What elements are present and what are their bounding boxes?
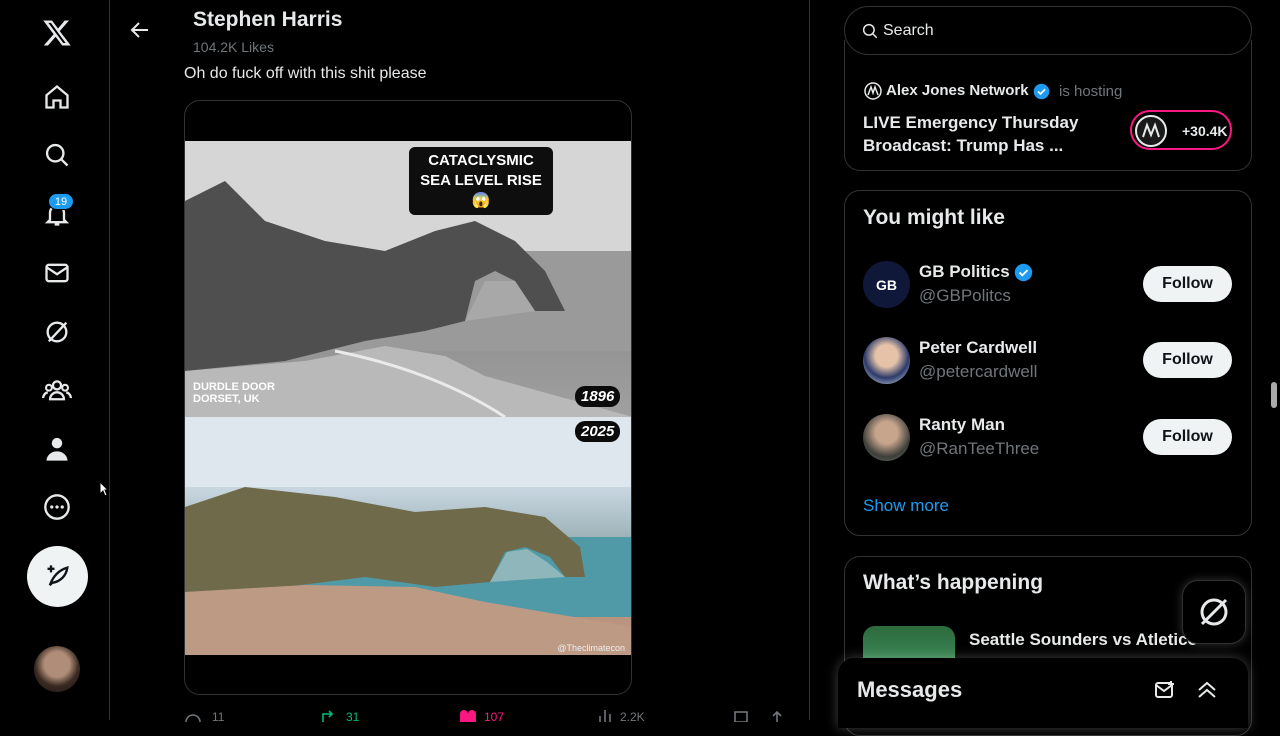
follow-suggestion-row[interactable]: Ranty Man @RanTeeThree Follow [863, 414, 1233, 464]
alex-jones-logo-icon [864, 82, 882, 100]
views-chart-icon[interactable] [598, 710, 612, 722]
feather-plus-icon [47, 564, 69, 586]
space-host-suffix: is hosting [1059, 83, 1123, 100]
profile-header-name: Stephen Harris [193, 8, 343, 31]
verified-badge-icon [1015, 263, 1033, 282]
like-count: 107 [484, 710, 505, 724]
follow-suggestion-row[interactable]: Peter Cardwell @petercardwell Follow [863, 337, 1233, 387]
follow-handle: @RanTeeThree [919, 439, 1040, 458]
tweet-text: Oh do fuck off with this shit please [184, 65, 427, 82]
space-listeners-pill[interactable]: +30.4K [1130, 110, 1232, 150]
year-2025-pill: 2025 [575, 421, 621, 442]
grok-icon[interactable] [37, 312, 77, 352]
back-arrow-icon[interactable] [128, 18, 152, 42]
avatar: GB [863, 261, 910, 308]
space-title[interactable]: LIVE Emergency Thursday Broadcast: Trump… [863, 111, 1113, 157]
media-place-label: DURDLE DOOR DORSET, UK [193, 381, 275, 405]
space-host-avatar-icon [1135, 115, 1167, 147]
messages-drawer[interactable]: Messages [838, 658, 1248, 728]
grok-floating-button[interactable] [1182, 580, 1246, 644]
profile-likes-count: 104.2K Likes [193, 39, 274, 55]
new-message-icon[interactable] [1154, 679, 1178, 701]
avatar [863, 337, 910, 384]
compose-post-button[interactable] [27, 546, 88, 607]
follow-name-label: GB Politics [919, 262, 1010, 281]
reply-icon[interactable] [184, 710, 202, 722]
explore-search-icon[interactable] [37, 135, 77, 175]
media-watermark: @Theclimatecon [557, 643, 625, 653]
messages-mail-icon[interactable] [37, 253, 77, 293]
verified-badge-icon [1033, 83, 1050, 99]
communities-icon[interactable] [37, 370, 77, 410]
tweet-media[interactable]: CATACLYSMIC SEA LEVEL RISE 😱 DURDLE DOOR… [184, 100, 632, 695]
account-avatar[interactable] [34, 646, 80, 692]
space-host-name[interactable]: Alex Jones Network [886, 82, 1050, 100]
search-icon [861, 22, 879, 40]
avatar [863, 414, 910, 461]
you-might-like-title: You might like [863, 206, 1005, 229]
follow-name: Peter Cardwell [919, 338, 1038, 357]
home-icon[interactable] [37, 77, 77, 117]
grok-icon [1200, 598, 1228, 626]
follow-suggestion-row[interactable]: GB GB Politics @GBPolitcs Follow [863, 261, 1233, 311]
follow-name: GB Politics [919, 262, 1033, 282]
repost-icon[interactable] [320, 710, 338, 722]
search-placeholder: Search [883, 22, 934, 39]
expand-chevrons-icon[interactable] [1196, 679, 1218, 701]
space-host-label: Alex Jones Network [886, 82, 1029, 99]
notifications-badge: 19 [48, 193, 74, 210]
whats-happening-title: What’s happening [863, 571, 1044, 594]
x-logo-icon[interactable] [37, 13, 77, 53]
media-caption: CATACLYSMIC SEA LEVEL RISE 😱 [409, 147, 553, 215]
left-nav: 19 [0, 0, 110, 720]
follow-handle: @GBPolitcs [919, 286, 1011, 305]
main-column: Stephen Harris 104.2K Likes Oh do fuck o… [110, 0, 810, 724]
space-listener-count: +30.4K [1182, 123, 1228, 139]
messages-title: Messages [857, 677, 963, 702]
more-icon[interactable] [37, 487, 77, 527]
follow-handle: @petercardwell [919, 362, 1038, 381]
follow-button[interactable]: Follow [1143, 266, 1232, 302]
tweet-actions: 11 31 107 2.2K [184, 710, 784, 724]
bookmark-icon[interactable] [734, 710, 748, 722]
repost-count: 31 [346, 710, 360, 724]
follow-button[interactable]: Follow [1143, 419, 1232, 455]
like-heart-icon[interactable] [459, 710, 477, 722]
share-icon[interactable] [770, 710, 784, 722]
year-1896-pill: 1896 [575, 386, 621, 407]
page-scrollbar[interactable] [1271, 382, 1277, 408]
profile-icon[interactable] [37, 429, 77, 469]
show-more-link[interactable]: Show more [863, 496, 949, 516]
views-count: 2.2K [620, 710, 645, 724]
reply-count: 11 [212, 710, 225, 724]
follow-button[interactable]: Follow [1143, 342, 1232, 378]
trend-title[interactable]: Seattle Sounders vs Atletico [969, 630, 1198, 650]
mouse-cursor-icon [99, 481, 109, 497]
photo-2025 [185, 417, 631, 655]
follow-name: Ranty Man [919, 415, 1005, 434]
